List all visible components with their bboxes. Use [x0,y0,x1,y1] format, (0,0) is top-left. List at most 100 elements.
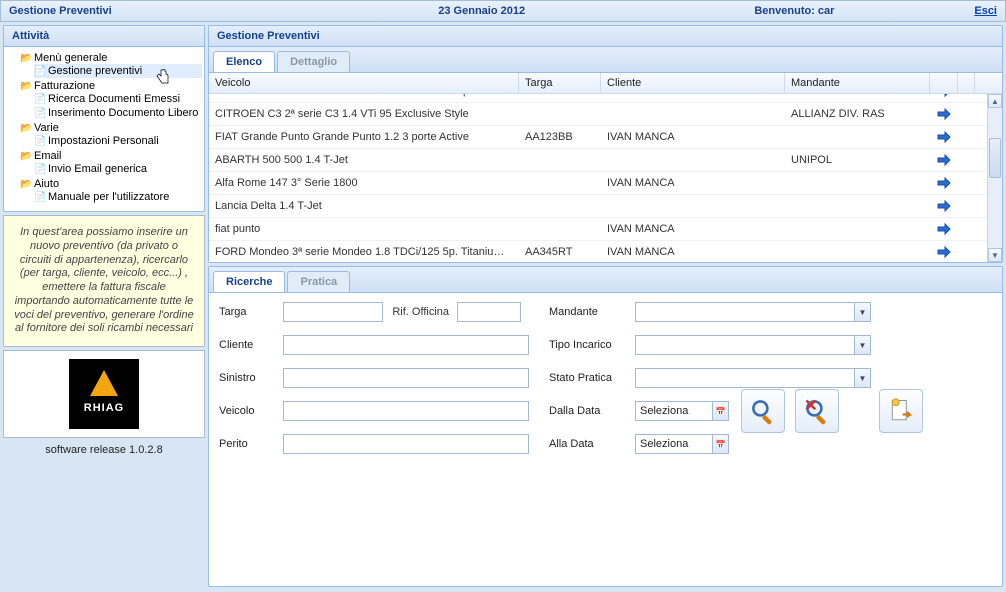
stato-pratica-combo[interactable]: ▼ [635,368,871,388]
label-tipo-incarico: Tipo Incarico [549,339,627,351]
search-button[interactable] [741,389,785,433]
document-icon [34,107,46,119]
dalla-data-picker[interactable]: Seleziona📅 [635,401,729,421]
cell-mandante: ALLIANZ DIV. RAS [785,103,930,125]
scroll-down-button[interactable]: ▼ [988,248,1002,262]
cell-cliente: IVAN MANCA [601,94,785,102]
cell-targa [519,218,601,240]
table-row[interactable]: CITROEN C3 2ª serie C3 1.4 VTi 95 Exclus… [209,103,1002,126]
perito-input[interactable] [283,434,529,454]
magnifier-icon [749,397,777,425]
cell-action[interactable] [930,94,958,102]
logo-arrow-icon [90,370,118,396]
folder-open-icon [20,122,32,134]
col-header-veicolo[interactable]: Veicolo [209,73,519,93]
cell-action[interactable] [930,241,958,262]
search-tabs: Ricerche Pratica [209,267,1002,293]
table-row[interactable]: ABARTH 500 500 1.4 T-JetUNIPOL [209,149,1002,172]
aiuto-folder[interactable]: Aiuto Manuale per l'utilizzatore [20,177,202,205]
calendar-icon: 📅 [712,435,728,453]
chevron-down-icon: ▼ [854,303,870,321]
magnifier-x-icon [803,397,831,425]
export-button[interactable] [879,389,923,433]
sinistro-input[interactable] [283,368,529,388]
tab-dettaglio[interactable]: Dettaglio [277,51,350,72]
cell-mandante [785,218,930,240]
search-panel: Ricerche Pratica Targa Rif. Officina Cli… [208,266,1003,587]
table-row[interactable]: Alfa Rome 147 3° Serie 1800IVAN MANCA [209,172,1002,195]
cell-action[interactable] [930,218,958,240]
label-cliente: Cliente [219,339,275,351]
cell-action[interactable] [930,149,958,171]
tab-ricerche[interactable]: Ricerche [213,271,285,292]
varie-folder[interactable]: Varie Impostazioni Personali [20,121,202,149]
scroll-up-button[interactable]: ▲ [988,94,1002,108]
arrow-right-icon [937,131,951,143]
cell-action[interactable] [930,103,958,125]
rif-officina-input[interactable] [457,302,521,322]
inserimento-documento-item[interactable]: Inserimento Documento Libero [34,106,202,120]
table-row[interactable]: FIAT Grande Punto Grande Punto 1.2 3 por… [209,126,1002,149]
label-rif-officina: Rif. Officina [391,306,449,318]
grid-header: Veicolo Targa Cliente Mandante [209,73,1002,94]
col-header-targa[interactable]: Targa [519,73,601,93]
cell-veicolo: FIAT Grande Punto Grande Punto 1.2 3 por… [209,126,519,148]
fatturazione-folder[interactable]: Fatturazione Ricerca Documenti Emessi In… [20,79,202,121]
cell-cliente: IVAN MANCA [601,126,785,148]
invio-email-item[interactable]: Invio Email generica [34,162,202,176]
cell-mandante [785,195,930,217]
topbar: Gestione Preventivi 23 Gennaio 2012 Benv… [0,0,1006,22]
email-folder[interactable]: Email Invio Email generica [20,149,202,177]
arrow-right-icon [937,177,951,189]
tab-pratica[interactable]: Pratica [287,271,350,292]
folder-open-icon [20,52,32,64]
table-row[interactable]: FORD Mondeo 3ª serie Mondeo 1.8 TDCi/125… [209,241,1002,262]
cell-veicolo: ALFA ROMEO 156 2ª serie 156 2.0 JTS 16V … [209,94,519,102]
cliente-input[interactable] [283,335,529,355]
label-alla-data: Alla Data [549,438,627,450]
alla-data-picker[interactable]: Seleziona📅 [635,434,729,454]
nav-tree: Menù generale Gestione preventivi Fattur… [4,47,204,211]
cell-targa: AA345RT [519,241,601,262]
cell-action[interactable] [930,195,958,217]
col-header-mandante[interactable]: Mandante [785,73,930,93]
logo-panel: RHIAG [3,350,205,438]
veicolo-input[interactable] [283,401,529,421]
impostazioni-personali-item[interactable]: Impostazioni Personali [34,134,202,148]
cell-mandante [785,126,930,148]
scroll-track[interactable] [988,108,1002,248]
current-date: 23 Gennaio 2012 [209,5,754,17]
manuale-item[interactable]: Manuale per l'utilizzatore [34,190,202,204]
ricerca-documenti-item[interactable]: Ricerca Documenti Emessi [34,92,202,106]
tab-elenco[interactable]: Elenco [213,51,275,72]
document-icon [34,163,46,175]
table-row[interactable]: Lancia Delta 1.4 T-Jet [209,195,1002,218]
col-header-cliente[interactable]: Cliente [601,73,785,93]
cell-veicolo: ABARTH 500 500 1.4 T-Jet [209,149,519,171]
table-row[interactable]: ALFA ROMEO 156 2ª serie 156 2.0 JTS 16V … [209,94,1002,103]
chevron-down-icon: ▼ [854,336,870,354]
cell-veicolo: CITROEN C3 2ª serie C3 1.4 VTi 95 Exclus… [209,103,519,125]
gestione-preventivi-item[interactable]: Gestione preventivi [34,64,202,78]
cell-action[interactable] [930,172,958,194]
logout-link[interactable]: Esci [974,5,997,17]
software-release: software release 1.0.2.8 [3,441,205,459]
table-row[interactable]: fiat puntoIVAN MANCA [209,218,1002,241]
chevron-down-icon: ▼ [854,369,870,387]
cell-mandante [785,172,930,194]
cell-action[interactable] [930,126,958,148]
clear-button[interactable] [795,389,839,433]
cell-targa [519,149,601,171]
document-icon [34,65,46,77]
label-stato-pratica: Stato Pratica [549,372,627,384]
mandante-combo[interactable]: ▼ [635,302,871,322]
tipo-incarico-combo[interactable]: ▼ [635,335,871,355]
cell-cliente [601,149,785,171]
arrow-right-icon [937,154,951,166]
menu-generale-folder[interactable]: Menù generale Gestione preventivi [20,51,202,79]
grid-scrollbar[interactable]: ▲ ▼ [987,94,1002,262]
cell-mandante: UNIPOL [785,94,930,102]
targa-input[interactable] [283,302,383,322]
scroll-thumb[interactable] [989,138,1001,178]
document-arrow-icon [887,397,915,425]
